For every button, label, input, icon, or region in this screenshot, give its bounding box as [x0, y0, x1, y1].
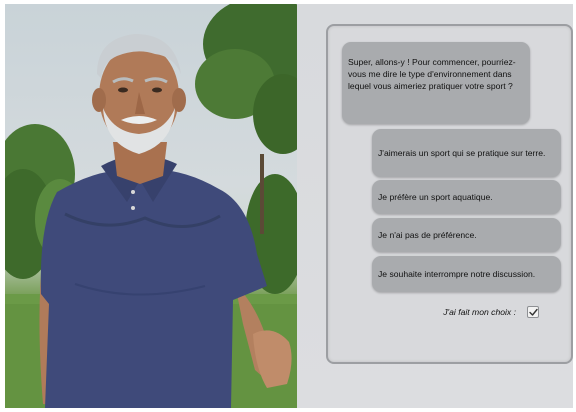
- confirm-choice-label: J'ai fait mon choix :: [443, 307, 516, 317]
- avatar-question-bubble: Super, allons-y ! Pour commencer, pourri…: [342, 42, 530, 124]
- choice-water-sport[interactable]: Je préfère un sport aquatique.: [372, 180, 561, 214]
- choice-end-discussion[interactable]: Je souhaite interrompre notre discussion…: [372, 256, 561, 292]
- avatar-illustration: [5, 4, 297, 408]
- avatar-scene: [5, 4, 297, 408]
- checkmark-icon: [528, 308, 538, 316]
- choice-land-sport[interactable]: J'aimerais un sport qui se pratique sur …: [372, 129, 561, 177]
- confirm-choice-checkbox[interactable]: [527, 306, 539, 318]
- choice-no-preference[interactable]: Je n'ai pas de préférence.: [372, 218, 561, 252]
